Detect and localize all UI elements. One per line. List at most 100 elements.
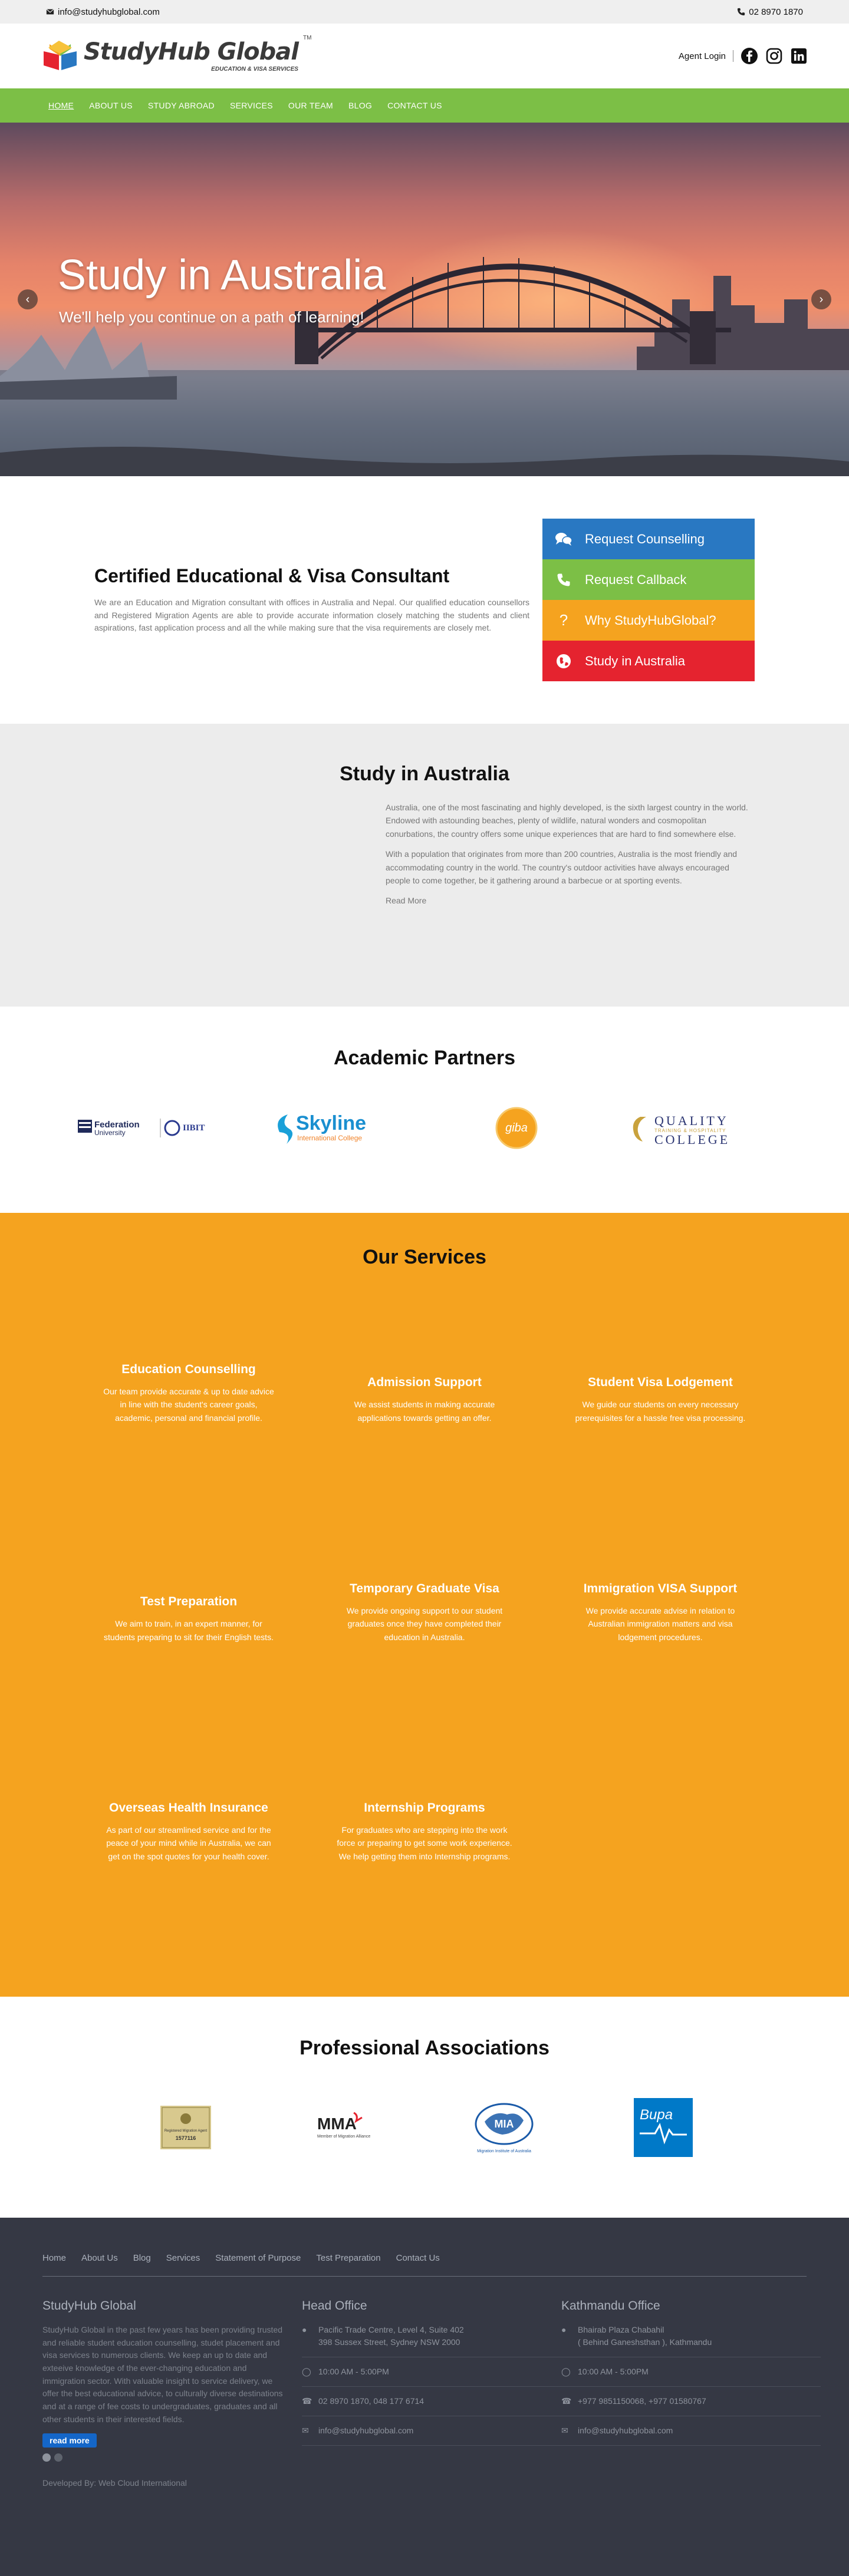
footer-about-title: StudyHub Global bbox=[42, 2299, 136, 2313]
service-card-education-counselling[interactable]: Education Counselling Our team provide a… bbox=[71, 1269, 307, 1466]
service-title: Overseas Health Insurance bbox=[109, 1800, 268, 1815]
hero-banner: Study in Australia We'll help you contin… bbox=[0, 123, 849, 476]
mia-sub-text: Migration Institute of Australia bbox=[477, 2149, 531, 2153]
question-icon: ? bbox=[559, 611, 568, 629]
kathmandu-office-title: Kathmandu Office bbox=[561, 2299, 660, 2313]
skyline-college-logo[interactable]: Skyline International College bbox=[262, 1101, 403, 1155]
mma-text: MMA bbox=[317, 2115, 357, 2133]
services-section: Our Services Education Counselling Our t… bbox=[0, 1213, 849, 1997]
facebook-icon[interactable] bbox=[42, 2453, 51, 2462]
envelope-icon: ✉ bbox=[561, 2426, 568, 2435]
study-read-more-link[interactable]: Read More bbox=[386, 896, 426, 905]
header: StudyHub Global EDUCATION & VISA SERVICE… bbox=[0, 24, 849, 88]
nav-services[interactable]: SERVICES bbox=[230, 101, 273, 110]
nav-blog[interactable]: BLOG bbox=[348, 101, 372, 110]
consultant-text: We are an Education and Migration consul… bbox=[94, 597, 529, 633]
brand-tagline: EDUCATION & VISA SERVICES bbox=[211, 65, 298, 72]
service-card-immigration-visa-support[interactable]: Immigration VISA Support We provide accu… bbox=[542, 1466, 778, 1685]
nav-about-us[interactable]: ABOUT US bbox=[89, 101, 133, 110]
envelope-icon: ✉ bbox=[302, 2426, 309, 2435]
head-office-email[interactable]: info@studyhubglobal.com bbox=[318, 2425, 413, 2437]
slider-next-arrow-icon[interactable]: › bbox=[811, 289, 831, 309]
phone-icon bbox=[738, 8, 745, 16]
skyline-text: Skyline bbox=[296, 1112, 366, 1134]
quality-college-logo[interactable]: QUALITY TRAINING & HOSPITALITY COLLEGE bbox=[630, 1101, 771, 1155]
nav-contact-us[interactable]: CONTACT US bbox=[387, 101, 442, 110]
study-paragraph-1: Australia, one of the most fascinating a… bbox=[386, 803, 748, 839]
linkedin-icon[interactable] bbox=[790, 47, 808, 65]
agent-login-link[interactable]: Agent Login bbox=[679, 51, 726, 61]
footer-link-services[interactable]: Services bbox=[166, 2253, 200, 2263]
nav-study-abroad[interactable]: STUDY ABROAD bbox=[148, 101, 215, 110]
service-card-overseas-health-insurance[interactable]: Overseas Health Insurance As part of our… bbox=[71, 1685, 307, 1904]
slider-prev-arrow-icon[interactable]: ‹ bbox=[18, 289, 38, 309]
footer-link-about-us[interactable]: About Us bbox=[81, 2253, 118, 2263]
map-pin-icon: ● bbox=[302, 2325, 307, 2334]
mma-logo[interactable]: MMA Member of Migration Alliance bbox=[310, 2095, 380, 2160]
associations-section: Professional Associations Registered Mig… bbox=[0, 1997, 849, 2218]
study-section: Study in Australia Australia, one of the… bbox=[0, 724, 849, 1007]
mia-logo[interactable]: MIA Migration Institute of Australia bbox=[469, 2095, 539, 2160]
partners-title: Academic Partners bbox=[333, 1047, 516, 1069]
service-text: We provide accurate advise in relation t… bbox=[585, 1605, 735, 1642]
top-phone[interactable]: 02 8970 1870 bbox=[737, 7, 803, 17]
consultant-title: Certified Educational & Visa Consultant bbox=[94, 565, 450, 586]
footer-link-contact-us[interactable]: Contact Us bbox=[396, 2253, 440, 2263]
nav-home[interactable]: HOME bbox=[48, 101, 74, 110]
service-card-student-visa-lodgement[interactable]: Student Visa Lodgement We guide our stud… bbox=[542, 1269, 778, 1466]
federation-iibit-logo[interactable]: Federation University IIBIT bbox=[78, 1101, 219, 1155]
study-paragraph-2: With a population that originates from m… bbox=[386, 849, 738, 885]
study-in-australia-button[interactable]: Study in Australia bbox=[542, 641, 755, 681]
envelope-icon bbox=[46, 9, 54, 15]
footer-links: Home About Us Blog Services Statement of… bbox=[42, 2253, 807, 2277]
service-title: Temporary Graduate Visa bbox=[350, 1581, 499, 1595]
facebook-icon[interactable] bbox=[741, 47, 758, 65]
service-card-internship-programs[interactable]: Internship Programs For graduates who ar… bbox=[307, 1685, 542, 1904]
bupa-logo[interactable]: Bupa bbox=[628, 2095, 699, 2160]
college-text: COLLEGE bbox=[654, 1132, 730, 1147]
why-studyhubglobal-button[interactable]: ? Why StudyHubGlobal? bbox=[542, 600, 755, 641]
read-more-button[interactable]: read more bbox=[42, 2433, 97, 2448]
footer-link-blog[interactable]: Blog bbox=[133, 2253, 151, 2263]
head-office-phone[interactable]: 02 8970 1870, 048 177 6714 bbox=[318, 2395, 424, 2407]
developer-credit[interactable]: Developed By: Web Cloud International bbox=[42, 2478, 807, 2488]
associations-title: Professional Associations bbox=[300, 2037, 549, 2059]
quality-text: QUALITY bbox=[654, 1113, 729, 1128]
request-counselling-button[interactable]: Request Counselling bbox=[542, 519, 755, 559]
brand-logo[interactable]: StudyHub Global EDUCATION & VISA SERVICE… bbox=[41, 35, 312, 74]
service-text: Our team provide accurate & up to date a… bbox=[103, 1386, 274, 1423]
kathmandu-office-hours: 10:00 AM - 5:00PM bbox=[578, 2367, 649, 2376]
map-pin-icon: ● bbox=[561, 2325, 567, 2334]
footer-link-statement-of-purpose[interactable]: Statement of Purpose bbox=[215, 2253, 301, 2263]
service-text: We assist students in making accurate ap… bbox=[354, 1400, 495, 1423]
consultant-section: Certified Educational & Visa Consultant … bbox=[0, 476, 849, 724]
kathmandu-office-email[interactable]: info@studyhubglobal.com bbox=[578, 2425, 673, 2437]
footer-link-home[interactable]: Home bbox=[42, 2253, 66, 2263]
marn-text: Registered Migration Agent bbox=[164, 2129, 208, 2133]
service-text: As part of our streamlined service and f… bbox=[106, 1825, 271, 1861]
footer: Home About Us Blog Services Statement of… bbox=[0, 2218, 849, 2576]
federation-sub-text: University bbox=[94, 1129, 126, 1137]
footer-link-test-preparation[interactable]: Test Preparation bbox=[316, 2253, 380, 2263]
head-office-address: Pacific Trade Centre, Level 4, Suite 402… bbox=[318, 2325, 464, 2347]
head-office-title: Head Office bbox=[302, 2299, 367, 2313]
marn-badge-logo[interactable]: Registered Migration Agent 1577116 bbox=[150, 2095, 221, 2160]
services-title: Our Services bbox=[363, 1246, 486, 1268]
service-card-test-preparation[interactable]: Test Preparation We aim to train, in an … bbox=[71, 1466, 307, 1685]
request-counselling-label: Request Counselling bbox=[585, 531, 705, 546]
service-card-admission-support[interactable]: Admission Support We assist students in … bbox=[307, 1269, 542, 1466]
nav-our-team[interactable]: OUR TEAM bbox=[288, 101, 333, 110]
brand-tm: TM bbox=[302, 35, 312, 41]
instagram-icon[interactable] bbox=[54, 2453, 62, 2462]
top-email-text: info@studyhubglobal.com bbox=[58, 6, 160, 17]
hero-title: Study in Australia bbox=[58, 252, 386, 299]
service-title: Student Visa Lodgement bbox=[588, 1376, 733, 1390]
main-nav: HOME ABOUT US STUDY ABROAD SERVICES OUR … bbox=[0, 88, 849, 123]
request-callback-button[interactable]: Request Callback bbox=[542, 559, 755, 600]
kathmandu-office-phone[interactable]: +977 9851150068, +977 01580767 bbox=[578, 2395, 706, 2407]
top-email[interactable]: info@studyhubglobal.com bbox=[46, 7, 160, 17]
giba-logo[interactable]: giba bbox=[446, 1101, 587, 1155]
book-logo-icon bbox=[44, 41, 77, 70]
service-card-temporary-graduate-visa[interactable]: Temporary Graduate Visa We provide ongoi… bbox=[307, 1466, 542, 1685]
instagram-icon[interactable] bbox=[765, 47, 783, 65]
